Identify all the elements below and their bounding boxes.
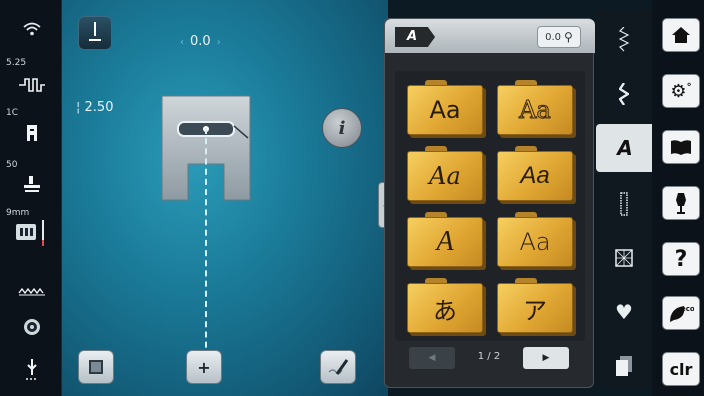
- feed-dog-icon: [10, 278, 54, 304]
- square-icon: [89, 360, 103, 374]
- needle-setting[interactable]: 9mm: [0, 208, 62, 254]
- zoom-button[interactable]: 0.0 ⚲: [537, 26, 581, 48]
- eco-leaf-icon: eco: [670, 305, 694, 322]
- pencil-stitch-icon: [328, 359, 349, 375]
- quilt-icon: [615, 249, 633, 267]
- stitch-length-setting[interactable]: 5.25: [0, 58, 62, 100]
- feed-dog-setting[interactable]: [0, 278, 62, 302]
- triangle-right-icon: ▶: [542, 353, 550, 363]
- plus-icon: +: [197, 357, 211, 377]
- zoom-value: 0.0: [545, 31, 562, 43]
- view-toggle-button[interactable]: [78, 350, 114, 384]
- degree-icon: °: [686, 81, 692, 93]
- category-decorative-stitches[interactable]: [602, 74, 646, 114]
- stitch-edit-button[interactable]: [320, 350, 356, 384]
- needle-icon: [89, 22, 101, 41]
- sewing-preview-area: ‹ 0.0 › ¦ 2.50 i +: [62, 0, 388, 396]
- needle-size-value: 9mm: [6, 208, 30, 218]
- setup-button[interactable]: ⚙ °: [662, 74, 700, 108]
- previous-page-button[interactable]: ◀: [409, 347, 455, 369]
- font-grid: Aa Aa Aa Aa A Aa あ ア: [395, 71, 585, 341]
- needle-position-control[interactable]: ‹ 0.0 ›: [174, 34, 227, 49]
- chevron-left-icon[interactable]: ‹: [180, 37, 184, 48]
- home-button[interactable]: [662, 18, 700, 52]
- category-practical-stitches[interactable]: [602, 20, 646, 60]
- selected-font-tag[interactable]: A: [395, 27, 436, 47]
- font-folder-calligraphy[interactable]: A: [407, 212, 483, 267]
- category-buttonholes[interactable]: [602, 184, 646, 224]
- font-folder-hiragana[interactable]: あ: [407, 278, 483, 333]
- font-folder-italic-sans[interactable]: Aa: [497, 146, 573, 201]
- category-favorites[interactable]: ♥: [602, 292, 646, 332]
- page-indicator: 1 / 2: [477, 351, 501, 362]
- zigzag-stitch-icon: [619, 27, 629, 52]
- needle-plate-icon: [10, 220, 54, 246]
- status-sidebar: 5.25 1C 50 9mm: [0, 0, 62, 396]
- eco-button[interactable]: eco: [662, 296, 700, 330]
- bobbin-setting[interactable]: [0, 314, 62, 340]
- stitch-width-icon: ¦: [76, 100, 81, 115]
- wifi-status[interactable]: [0, 14, 62, 44]
- stitch-length-icon: [10, 72, 54, 98]
- book-icon: [671, 140, 691, 155]
- font-sample: Aa: [497, 151, 573, 201]
- wifi-icon: [10, 16, 54, 42]
- presser-foot-icon: [10, 120, 54, 146]
- font-sample: ア: [497, 283, 573, 333]
- next-page-button[interactable]: ▶: [523, 347, 569, 369]
- pagination: ◀ 1 / 2 ▶: [409, 347, 569, 369]
- tutorial-button[interactable]: [662, 130, 700, 164]
- stitch-width-value: 2.50: [84, 100, 114, 115]
- font-sample: A: [407, 217, 483, 267]
- magnifier-icon: ⚲: [564, 30, 573, 44]
- font-sample: あ: [407, 283, 483, 333]
- needle-stop-button[interactable]: [78, 16, 112, 50]
- category-memory[interactable]: [602, 346, 646, 386]
- info-button[interactable]: i: [322, 108, 362, 148]
- decorative-stitch-icon: [619, 83, 629, 105]
- eco-label: eco: [681, 305, 694, 313]
- needle-stop-icon: [10, 358, 54, 384]
- help-button[interactable]: ?: [662, 242, 700, 276]
- chevron-right-icon[interactable]: ›: [217, 37, 221, 48]
- font-folder-outline[interactable]: Aa: [497, 80, 573, 135]
- heart-icon: ♥: [615, 300, 633, 324]
- clear-button[interactable]: clr: [662, 352, 700, 386]
- tension-value: 50: [6, 160, 18, 170]
- tension-setting[interactable]: 50: [0, 160, 62, 200]
- buttonhole-icon: [620, 192, 628, 216]
- font-folder-script[interactable]: Aa: [407, 146, 483, 201]
- stitch-category-bar: A ♥: [596, 10, 654, 388]
- stitch-length-value: 5.25: [6, 58, 27, 68]
- dress-form-icon: [676, 193, 686, 214]
- font-panel-header: A 0.0 ⚲: [385, 19, 595, 53]
- font-folder-katakana[interactable]: ア: [497, 278, 573, 333]
- bobbin-icon: [10, 314, 54, 340]
- add-button[interactable]: +: [186, 350, 222, 384]
- presser-foot-setting[interactable]: 1C: [0, 108, 62, 148]
- font-folder-block[interactable]: Aa: [407, 80, 483, 135]
- font-sample: Aa: [407, 85, 483, 135]
- category-quilt-stitches[interactable]: [602, 238, 646, 278]
- tension-icon: [10, 172, 54, 198]
- needle-position-value: 0.0: [190, 34, 211, 49]
- font-folder-rounded[interactable]: Aa: [497, 212, 573, 267]
- home-icon: [672, 27, 690, 43]
- triangle-left-icon: ◀: [428, 353, 436, 363]
- needle-stop-setting[interactable]: [0, 358, 62, 388]
- system-button-bar: ⚙ ° ? eco clr: [652, 0, 704, 396]
- memory-file-icon: [616, 356, 632, 376]
- category-alphabets[interactable]: A: [596, 124, 654, 172]
- seam-guide-line: [205, 128, 207, 368]
- gear-icon: ⚙: [670, 80, 687, 102]
- font-sample: Aa: [407, 151, 483, 201]
- stitch-width-control[interactable]: ¦ 2.50: [76, 100, 113, 115]
- sewing-consultant-button[interactable]: [662, 186, 700, 220]
- font-sample: Aa: [497, 217, 573, 267]
- foot-number-value: 1C: [6, 108, 19, 118]
- font-selection-panel: A 0.0 ⚲ Aa Aa Aa Aa A Aa あ ア ◀ 1 / 2 ▶: [384, 18, 595, 388]
- font-sample: Aa: [497, 85, 573, 135]
